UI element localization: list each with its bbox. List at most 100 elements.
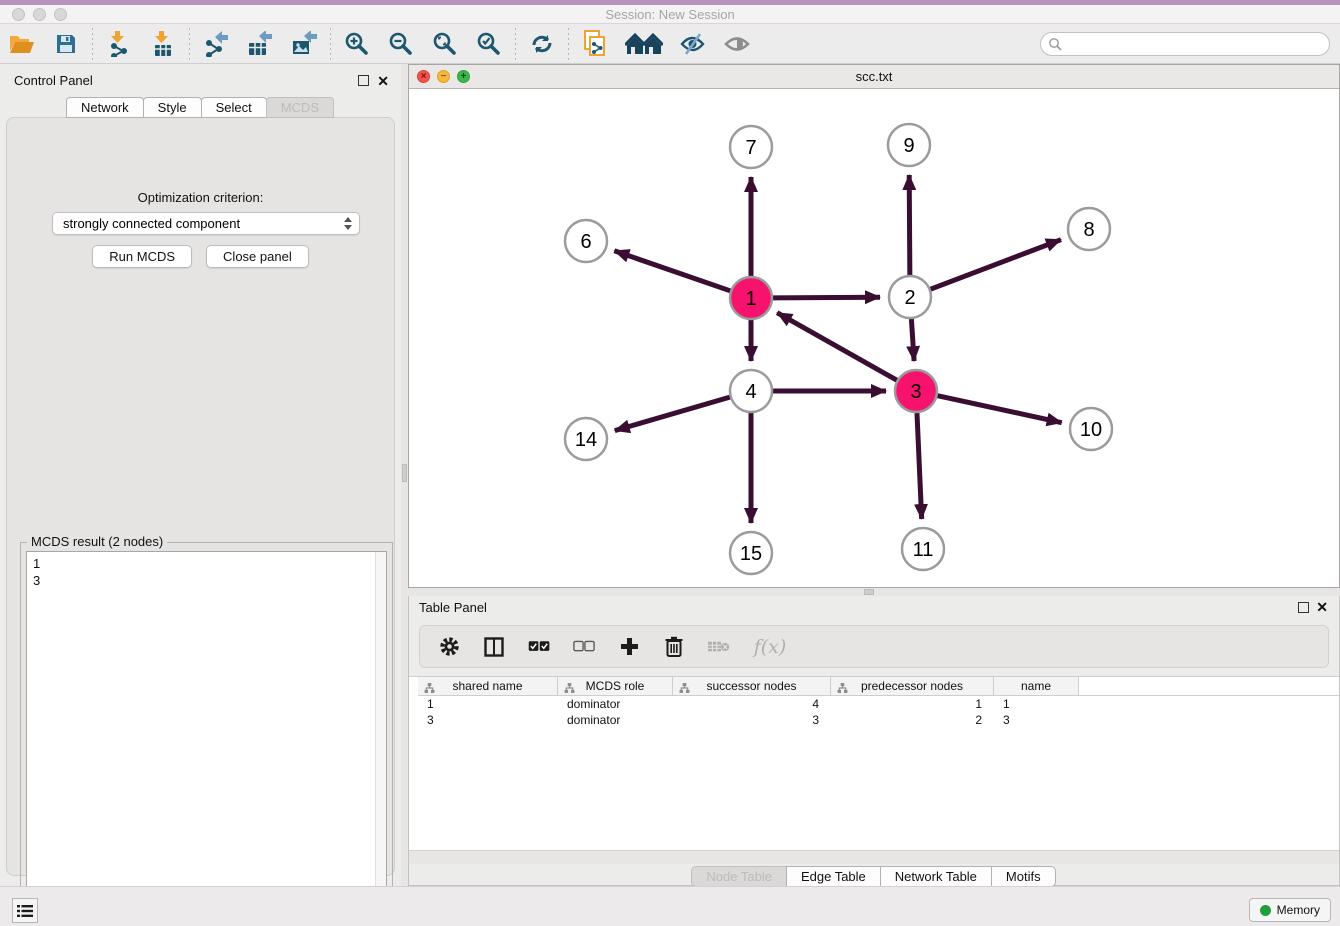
select-all-icon[interactable] (528, 636, 550, 658)
show-column-panel-icon[interactable] (483, 636, 505, 658)
graph-edge-1-6[interactable] (614, 251, 730, 291)
toolbar-separator (189, 28, 190, 60)
zoom-selected-icon[interactable] (474, 29, 504, 59)
graph-edge-3-11[interactable] (917, 413, 922, 519)
graph-node-11[interactable]: 11 (902, 528, 944, 570)
result-scrollbar[interactable] (375, 552, 386, 918)
search-icon (1048, 37, 1062, 56)
criterion-dropdown[interactable]: strongly connected component (52, 212, 360, 235)
criterion-value: strongly connected component (63, 216, 240, 231)
import-table-icon[interactable] (148, 29, 178, 59)
network-canvas[interactable]: 1 2 3 4 6 7 8 9 10 11 14 15 (409, 89, 1339, 587)
memory-button[interactable]: Memory (1249, 898, 1331, 922)
close-panel-button[interactable]: Close panel (206, 245, 309, 268)
graph-node-10[interactable]: 10 (1070, 408, 1112, 450)
graph-node-6[interactable]: 6 (565, 220, 607, 262)
graph-edge-1-2[interactable] (773, 297, 880, 298)
window-title: Session: New Session (0, 7, 1340, 22)
mcds-result-area[interactable]: 1 3 (26, 551, 387, 919)
column-header-successor-nodes[interactable]: successor nodes (673, 677, 831, 695)
first-neighbors-icon[interactable] (624, 29, 664, 59)
table-cell: 3 (673, 712, 831, 728)
export-image-icon[interactable] (289, 29, 319, 59)
graph-node-1[interactable]: 1 (730, 277, 772, 319)
task-history-button[interactable] (12, 898, 38, 923)
column-label: successor nodes (706, 679, 796, 693)
tab-style[interactable]: Style (143, 97, 202, 118)
table-toolbar: f(x) (419, 625, 1329, 668)
tab-edge-table[interactable]: Edge Table (786, 866, 881, 887)
tab-mcds[interactable]: MCDS (266, 97, 334, 118)
add-row-icon[interactable] (618, 636, 640, 658)
graph-edge-4-14[interactable] (615, 397, 730, 430)
svg-text:4: 4 (745, 381, 756, 403)
svg-text:10: 10 (1080, 419, 1102, 441)
horizontal-splitter-handle[interactable] (864, 589, 874, 595)
graph-edge-3-1[interactable] (777, 313, 897, 380)
open-session-icon[interactable] (7, 29, 37, 59)
column-header-name[interactable]: name (994, 677, 1079, 695)
graph-edge-2-9[interactable] (909, 175, 910, 275)
vertical-splitter[interactable] (401, 64, 408, 886)
zoom-in-icon[interactable] (342, 29, 372, 59)
control-panel: Control Panel ✕ Optimization criterion: … (0, 64, 401, 886)
search-field-wrap (1040, 32, 1330, 56)
import-network-icon[interactable] (104, 29, 134, 59)
column-header-MCDS-role[interactable]: MCDS role (558, 677, 673, 695)
optimization-criterion-label: Optimization criterion: (7, 190, 394, 205)
toolbar-separator (330, 28, 331, 60)
svg-text:9: 9 (903, 135, 914, 157)
run-mcds-button[interactable]: Run MCDS (92, 245, 192, 268)
column-header-shared-name[interactable]: shared name (418, 677, 558, 695)
shared-column-icon (424, 681, 435, 699)
network-view-window: × − + scc.txt 1 2 3 4 6 7 8 9 10 11 14 15 (408, 64, 1340, 588)
zoom-fit-icon[interactable] (430, 29, 460, 59)
tab-node-table[interactable]: Node Table (691, 866, 787, 887)
graph-node-4[interactable]: 4 (730, 370, 772, 412)
tab-motifs[interactable]: Motifs (991, 866, 1056, 887)
export-table-icon[interactable] (245, 29, 275, 59)
graph-node-2[interactable]: 2 (889, 276, 931, 318)
graph-node-3[interactable]: 3 (895, 370, 937, 412)
search-input[interactable] (1040, 32, 1330, 56)
graph-edge-3-10[interactable] (937, 396, 1061, 423)
mcds-panel: Optimization criterion: strongly connect… (6, 117, 395, 876)
float-table-panel-icon[interactable] (1298, 602, 1309, 613)
close-panel-icon[interactable]: ✕ (377, 73, 389, 90)
svg-text:14: 14 (575, 429, 597, 451)
graph-node-14[interactable]: 14 (565, 418, 607, 460)
horizontal-splitter[interactable] (408, 588, 1340, 596)
float-panel-icon[interactable] (358, 75, 369, 86)
graph-node-8[interactable]: 8 (1068, 208, 1110, 250)
toolbar-separator (568, 28, 569, 60)
table-scrollbar[interactable] (409, 850, 1339, 864)
graph-node-7[interactable]: 7 (730, 126, 772, 168)
graph-node-9[interactable]: 9 (888, 124, 930, 166)
graph-edge-2-8[interactable] (931, 240, 1061, 290)
tab-network[interactable]: Network (66, 97, 144, 118)
settings-gear-icon[interactable] (438, 636, 460, 658)
shared-column-icon (837, 681, 848, 699)
network-view-titlebar[interactable]: × − + scc.txt (409, 65, 1339, 89)
zoom-out-icon[interactable] (386, 29, 416, 59)
clone-network-icon[interactable] (580, 29, 610, 59)
table-row[interactable]: 3dominator323 (418, 712, 1339, 728)
function-builder-icon[interactable]: f(x) (753, 636, 787, 658)
deselect-all-icon[interactable] (573, 636, 595, 658)
column-header-predecessor-nodes[interactable]: predecessor nodes (831, 677, 994, 695)
export-network-icon[interactable] (201, 29, 231, 59)
tab-network-table[interactable]: Network Table (880, 866, 992, 887)
save-session-icon[interactable] (51, 29, 81, 59)
close-table-panel-icon[interactable]: ✕ (1316, 599, 1328, 616)
graph-edge-2-3[interactable] (911, 319, 914, 361)
graph-node-15[interactable]: 15 (730, 532, 772, 574)
tab-select[interactable]: Select (201, 97, 267, 118)
show-all-icon[interactable] (722, 29, 752, 59)
svg-text:8: 8 (1083, 219, 1094, 241)
delete-row-icon[interactable] (663, 636, 685, 658)
delete-column-icon[interactable] (708, 636, 730, 658)
hide-selected-icon[interactable] (678, 29, 708, 59)
table-row[interactable]: 1dominator411 (418, 696, 1339, 712)
refresh-view-icon[interactable] (527, 29, 557, 59)
vertical-splitter-handle[interactable] (402, 464, 407, 482)
